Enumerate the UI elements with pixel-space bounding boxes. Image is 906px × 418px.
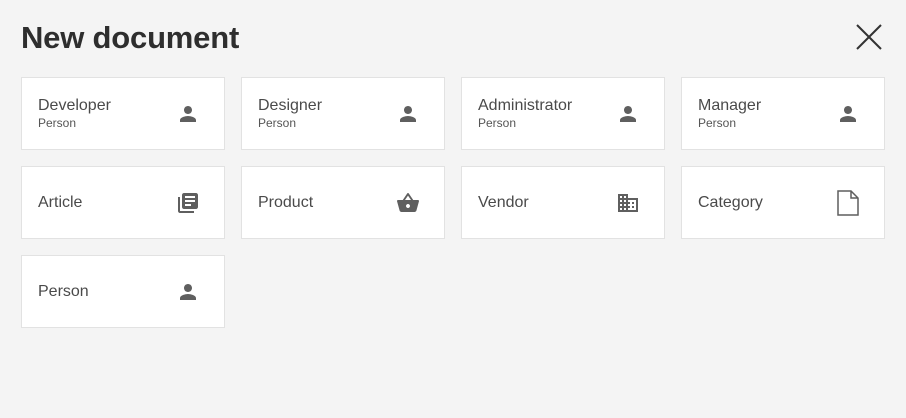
tile-category[interactable]: Category: [681, 166, 885, 239]
tile-label: Article: [38, 194, 83, 211]
dialog-title: New document: [21, 20, 240, 55]
person-icon: [616, 102, 640, 126]
close-button[interactable]: [852, 20, 886, 54]
tile-article[interactable]: Article: [21, 166, 225, 239]
building-icon: [616, 191, 640, 215]
tile-label: Designer: [258, 97, 323, 114]
document-icon: [836, 189, 860, 216]
close-icon: [856, 24, 882, 50]
tile-sublabel: Person: [478, 116, 517, 130]
shopping-basket-icon: [396, 191, 420, 215]
tile-sublabel: Person: [38, 116, 77, 130]
tile-person[interactable]: Person: [21, 255, 225, 328]
tile-label: Administrator: [478, 97, 573, 114]
document-type-grid: Developer Person Designer Person Adminis…: [21, 77, 885, 328]
person-icon: [836, 102, 860, 126]
tile-label: Developer: [38, 97, 111, 114]
tile-developer[interactable]: Developer Person: [21, 77, 225, 150]
tile-label: Category: [698, 194, 763, 211]
tile-product[interactable]: Product: [241, 166, 445, 239]
person-icon: [396, 102, 420, 126]
tile-label: Product: [258, 194, 314, 211]
library-books-icon: [176, 191, 200, 215]
tile-vendor[interactable]: Vendor: [461, 166, 665, 239]
tile-label: Vendor: [478, 194, 529, 211]
person-icon: [176, 102, 200, 126]
tile-label: Manager: [698, 97, 762, 114]
tile-label: Person: [38, 283, 89, 300]
tile-administrator[interactable]: Administrator Person: [461, 77, 665, 150]
tile-sublabel: Person: [258, 116, 297, 130]
tile-manager[interactable]: Manager Person: [681, 77, 885, 150]
person-icon: [176, 280, 200, 304]
new-document-dialog: New document Developer Person Designer P…: [0, 0, 906, 418]
tile-sublabel: Person: [698, 116, 737, 130]
tile-designer[interactable]: Designer Person: [241, 77, 445, 150]
